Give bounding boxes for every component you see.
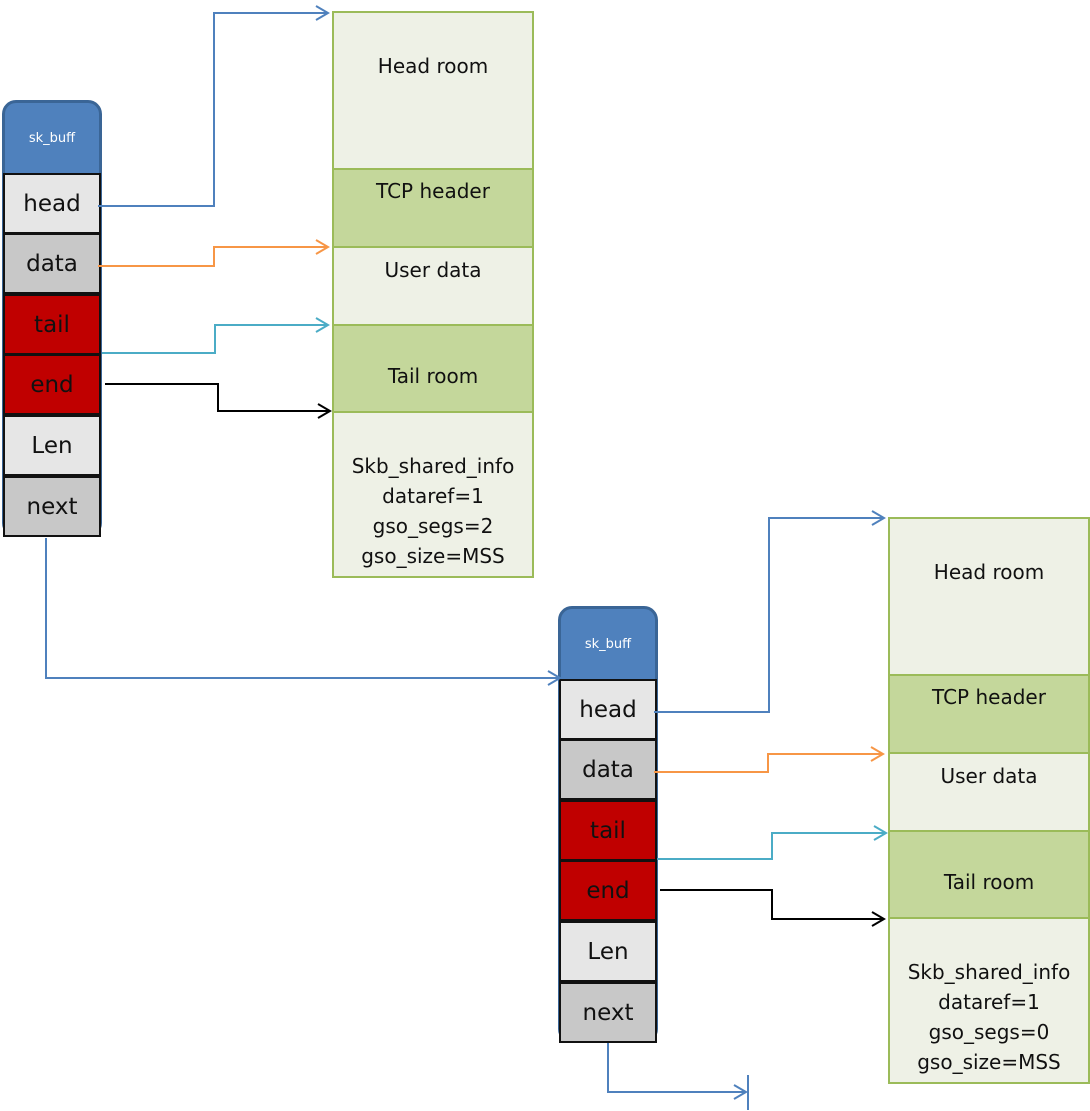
sk-buff-1-field-data: data — [3, 233, 101, 294]
sk-buff-1: sk_buff head data tail end Len next — [2, 100, 102, 537]
data-buffer-2: Head room TCP header User data Tail room… — [888, 517, 1090, 1084]
arrow-skb2-tail — [657, 825, 888, 860]
sk-buff-1-field-tail: tail — [3, 294, 101, 355]
arrow-skb1-head — [98, 5, 330, 207]
arrowhead-icon — [871, 911, 886, 927]
arrowhead-icon — [317, 403, 332, 419]
sk-buff-1-field-head: head — [3, 173, 101, 234]
arrow-skb1-data — [98, 239, 330, 267]
sk-buff-1-field-len: Len — [3, 415, 101, 476]
arrow-skb2-end — [660, 889, 886, 927]
sk-buff-1-title: sk_buff — [28, 131, 76, 146]
arrowhead-icon — [315, 5, 330, 21]
arrow-skb2-next — [607, 1043, 749, 1110]
buffer-2-tcp-header: TCP header — [888, 674, 1090, 754]
arrowhead-icon — [315, 239, 330, 255]
buffer-2-user-data: User data — [888, 752, 1090, 832]
arrowhead-icon — [870, 746, 885, 762]
sk-buff-2-field-next: next — [559, 982, 657, 1043]
sk-buff-2-field-end: end — [559, 860, 657, 921]
arrowhead-icon — [871, 510, 886, 526]
arrow-skb2-head — [654, 510, 886, 713]
sk-buff-2-title: sk_buff — [584, 637, 632, 652]
sk-buff-1-field-end: end — [3, 354, 101, 415]
sk-buff-2-field-data: data — [559, 739, 657, 800]
buffer-2-shared-info: Skb_shared_info dataref=1 gso_segs=0 gso… — [888, 917, 1090, 1084]
buffer-1-head-room: Head room — [332, 11, 534, 170]
buffer-2-tail-room: Tail room — [888, 830, 1090, 919]
arrowhead-icon — [873, 825, 888, 841]
arrow-skb2-data — [654, 746, 885, 773]
buffer-1-tail-room: Tail room — [332, 324, 534, 413]
buffer-1-tcp-header: TCP header — [332, 168, 534, 248]
buffer-1-shared-info: Skb_shared_info dataref=1 gso_segs=2 gso… — [332, 411, 534, 578]
buffer-2-head-room: Head room — [888, 517, 1090, 676]
buffer-1-user-data: User data — [332, 246, 534, 326]
sk-buff-2-field-tail: tail — [559, 800, 657, 861]
sk-buff-2-field-len: Len — [559, 921, 657, 982]
data-buffer-1: Head room TCP header User data Tail room… — [332, 11, 534, 578]
arrow-skb1-tail — [102, 317, 330, 354]
sk-buff-1-field-next: next — [3, 476, 101, 537]
arrowhead-icon — [733, 1084, 748, 1100]
sk-buff-2: sk_buff head data tail end Len next — [558, 606, 658, 1043]
arrowhead-icon — [315, 317, 330, 333]
arrow-skb1-end — [105, 383, 332, 419]
sk-buff-2-field-head: head — [559, 679, 657, 740]
